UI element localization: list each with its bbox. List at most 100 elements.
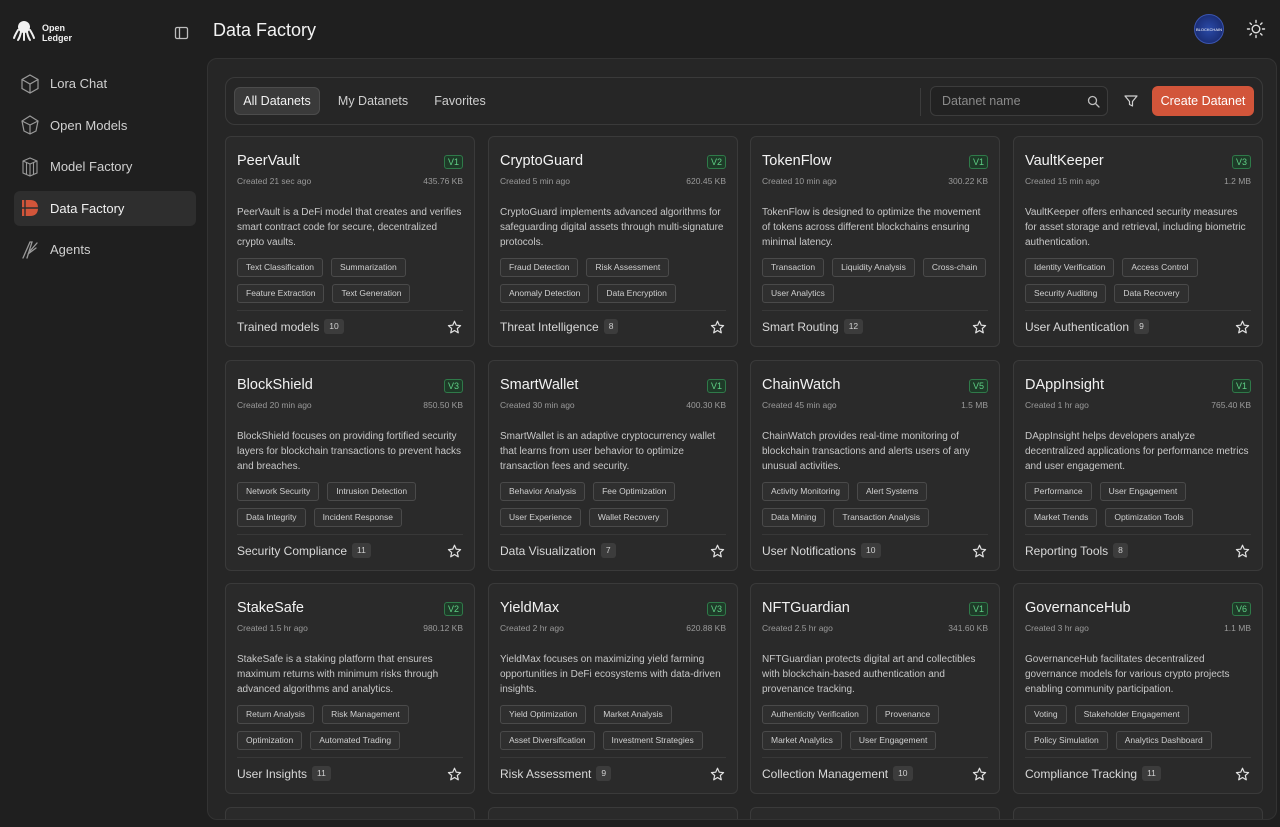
datanet-card-partial[interactable] — [750, 807, 1000, 819]
tag-chip[interactable]: Transaction — [762, 258, 825, 277]
tag-chip[interactable]: Asset Diversification — [500, 731, 595, 750]
tag-chip[interactable]: Wallet Recovery — [588, 508, 669, 527]
tag-chip[interactable]: Fraud Detection — [500, 258, 579, 277]
datanet-card[interactable]: CryptoGuard V2 Created 5 min ago 620.45 … — [488, 136, 738, 347]
tag-chip[interactable]: Intrusion Detection — [327, 482, 417, 501]
card-tags: Voting Stakeholder Engagement Policy Simul… — [1025, 705, 1260, 750]
tag-chip[interactable]: Text Classification — [237, 258, 324, 277]
tag-chip[interactable]: Behavior Analysis — [500, 482, 586, 501]
tab-my-datanets[interactable]: My Datanets — [330, 87, 416, 115]
sidebar-item-data-factory[interactable]: Data Factory — [14, 190, 196, 226]
tag-chip[interactable]: Optimization Tools — [1105, 508, 1193, 527]
datanet-card-partial[interactable] — [225, 807, 475, 819]
tag-chip[interactable]: Provenance — [875, 705, 940, 724]
tag-chip[interactable]: Yield Optimization — [500, 705, 587, 724]
tag-chip[interactable]: Summarization — [331, 258, 406, 277]
card-title: PeerVault — [237, 153, 300, 169]
sidebar-item-agents[interactable]: Agents — [14, 232, 196, 267]
datanet-card[interactable]: StakeSafe V2 Created 1.5 hr ago 980.12 K… — [225, 583, 475, 794]
tag-chip[interactable]: Network Security — [237, 482, 320, 501]
tag-chip[interactable]: User Engagement — [849, 731, 937, 750]
tag-chip[interactable]: User Analytics — [762, 284, 834, 303]
tag-chip[interactable]: Incident Response — [313, 508, 402, 527]
tag-chip[interactable]: Activity Monitoring — [762, 482, 849, 501]
favorite-star-icon[interactable] — [972, 767, 987, 782]
tag-chip[interactable]: Authenticity Verification — [762, 705, 868, 724]
tab-all-datanets[interactable]: All Datanets — [234, 87, 320, 115]
card-file-size: 1.2 MB — [1224, 176, 1251, 186]
favorite-star-icon[interactable] — [972, 320, 987, 335]
sidebar-item-open-models[interactable]: Open Models — [14, 108, 196, 143]
tag-chip[interactable]: Stakeholder Engagement — [1074, 705, 1189, 724]
sidebar-item-lora-chat[interactable]: Lora Chat — [14, 66, 196, 101]
favorite-star-icon[interactable] — [1235, 544, 1250, 559]
favorite-star-icon[interactable] — [710, 767, 725, 782]
filter-icon[interactable] — [1123, 93, 1139, 109]
tag-chip[interactable]: Risk Assessment — [586, 258, 670, 277]
create-datanet-button[interactable]: Create Datanet — [1152, 86, 1254, 116]
datanet-card[interactable]: ChainWatch V5 Created 45 min ago 1.5 MB … — [750, 360, 1000, 571]
datanet-card[interactable]: VaultKeeper V3 Created 15 min ago 1.2 MB… — [1013, 136, 1263, 347]
tag-chip[interactable]: Market Trends — [1025, 508, 1098, 527]
datanet-card[interactable]: SmartWallet V1 Created 30 min ago 400.30… — [488, 360, 738, 571]
search-input[interactable] — [931, 87, 1081, 115]
card-description: ChainWatch provides real-time monitoring… — [762, 431, 970, 472]
tag-chip[interactable]: User Engagement — [1099, 482, 1187, 501]
tab-favorites[interactable]: Favorites — [424, 87, 496, 115]
card-title: VaultKeeper — [1025, 153, 1104, 169]
datanet-card[interactable]: PeerVault V1 Created 21 sec ago 435.76 K… — [225, 136, 475, 347]
datanet-card-partial[interactable] — [1013, 807, 1263, 819]
datanet-card[interactable]: NFTGuardian V1 Created 2.5 hr ago 341.60… — [750, 583, 1000, 794]
brand-logo[interactable]: Open Ledger — [12, 18, 72, 47]
tag-chip[interactable]: User Experience — [500, 508, 581, 527]
tag-chip[interactable]: Fee Optimization — [593, 482, 676, 501]
datanet-card[interactable]: TokenFlow V1 Created 10 min ago 300.22 K… — [750, 136, 1000, 347]
favorite-star-icon[interactable] — [972, 544, 987, 559]
favorite-star-icon[interactable] — [447, 544, 462, 559]
tag-chip[interactable]: Analytics Dashboard — [1115, 731, 1212, 750]
favorite-star-icon[interactable] — [710, 544, 725, 559]
tag-chip[interactable]: Market Analysis — [594, 705, 672, 724]
datanet-card[interactable]: GovernanceHub V6 Created 3 hr ago 1.1 MB… — [1013, 583, 1263, 794]
tag-chip[interactable]: Return Analysis — [237, 705, 315, 724]
favorite-star-icon[interactable] — [710, 320, 725, 335]
card-footer-label: User Notifications — [762, 543, 857, 558]
tag-chip[interactable]: Policy Simulation — [1025, 731, 1108, 750]
tag-chip[interactable]: Optimization — [237, 731, 303, 750]
sidebar-item-model-factory[interactable]: Model Factory — [14, 149, 196, 184]
tag-chip[interactable]: Investment Strategies — [602, 731, 703, 750]
favorite-star-icon[interactable] — [447, 320, 462, 335]
tag-chip[interactable]: Transaction Analysis — [833, 508, 929, 527]
avatar[interactable]: BLOCKCHAIN — [1194, 14, 1224, 44]
datanet-card-partial[interactable] — [488, 807, 738, 819]
favorite-star-icon[interactable] — [1235, 320, 1250, 335]
tag-chip[interactable]: Risk Management — [322, 705, 409, 724]
tag-chip[interactable]: Text Generation — [332, 284, 411, 303]
tag-chip[interactable]: Automated Trading — [310, 731, 401, 750]
version-badge: V2 — [443, 602, 463, 616]
tag-chip[interactable]: Data Encryption — [597, 284, 676, 303]
tag-chip[interactable]: Feature Extraction — [237, 284, 325, 303]
favorite-star-icon[interactable] — [1235, 767, 1250, 782]
tag-chip[interactable]: Data Integrity — [237, 508, 306, 527]
datanet-card[interactable]: YieldMax V3 Created 2 hr ago 620.88 KB Y… — [488, 583, 738, 794]
tag-chip[interactable]: Market Analytics — [762, 731, 842, 750]
sidebar-collapse-icon[interactable] — [174, 26, 190, 40]
version-badge: V3 — [706, 602, 726, 616]
tag-chip[interactable]: Performance — [1025, 482, 1092, 501]
favorite-star-icon[interactable] — [447, 767, 462, 782]
search-icon[interactable] — [1087, 95, 1100, 108]
datanet-card[interactable]: DAppInsight V1 Created 1 hr ago 765.40 K… — [1013, 360, 1263, 571]
theme-toggle-sun-icon[interactable] — [1246, 19, 1266, 39]
datanet-card[interactable]: BlockShield V3 Created 20 min ago 850.50… — [225, 360, 475, 571]
tag-chip[interactable]: Cross-chain — [922, 258, 987, 277]
tag-chip[interactable]: Identity Verification — [1025, 258, 1115, 277]
tag-chip[interactable]: Data Recovery — [1114, 284, 1189, 303]
tag-chip[interactable]: Data Mining — [762, 508, 826, 527]
tag-chip[interactable]: Anomaly Detection — [500, 284, 590, 303]
tag-chip[interactable]: Access Control — [1122, 258, 1198, 277]
tag-chip[interactable]: Security Auditing — [1025, 284, 1107, 303]
tag-chip[interactable]: Alert Systems — [856, 482, 928, 501]
tag-chip[interactable]: Liquidity Analysis — [832, 258, 915, 277]
tag-chip[interactable]: Voting — [1025, 705, 1067, 724]
